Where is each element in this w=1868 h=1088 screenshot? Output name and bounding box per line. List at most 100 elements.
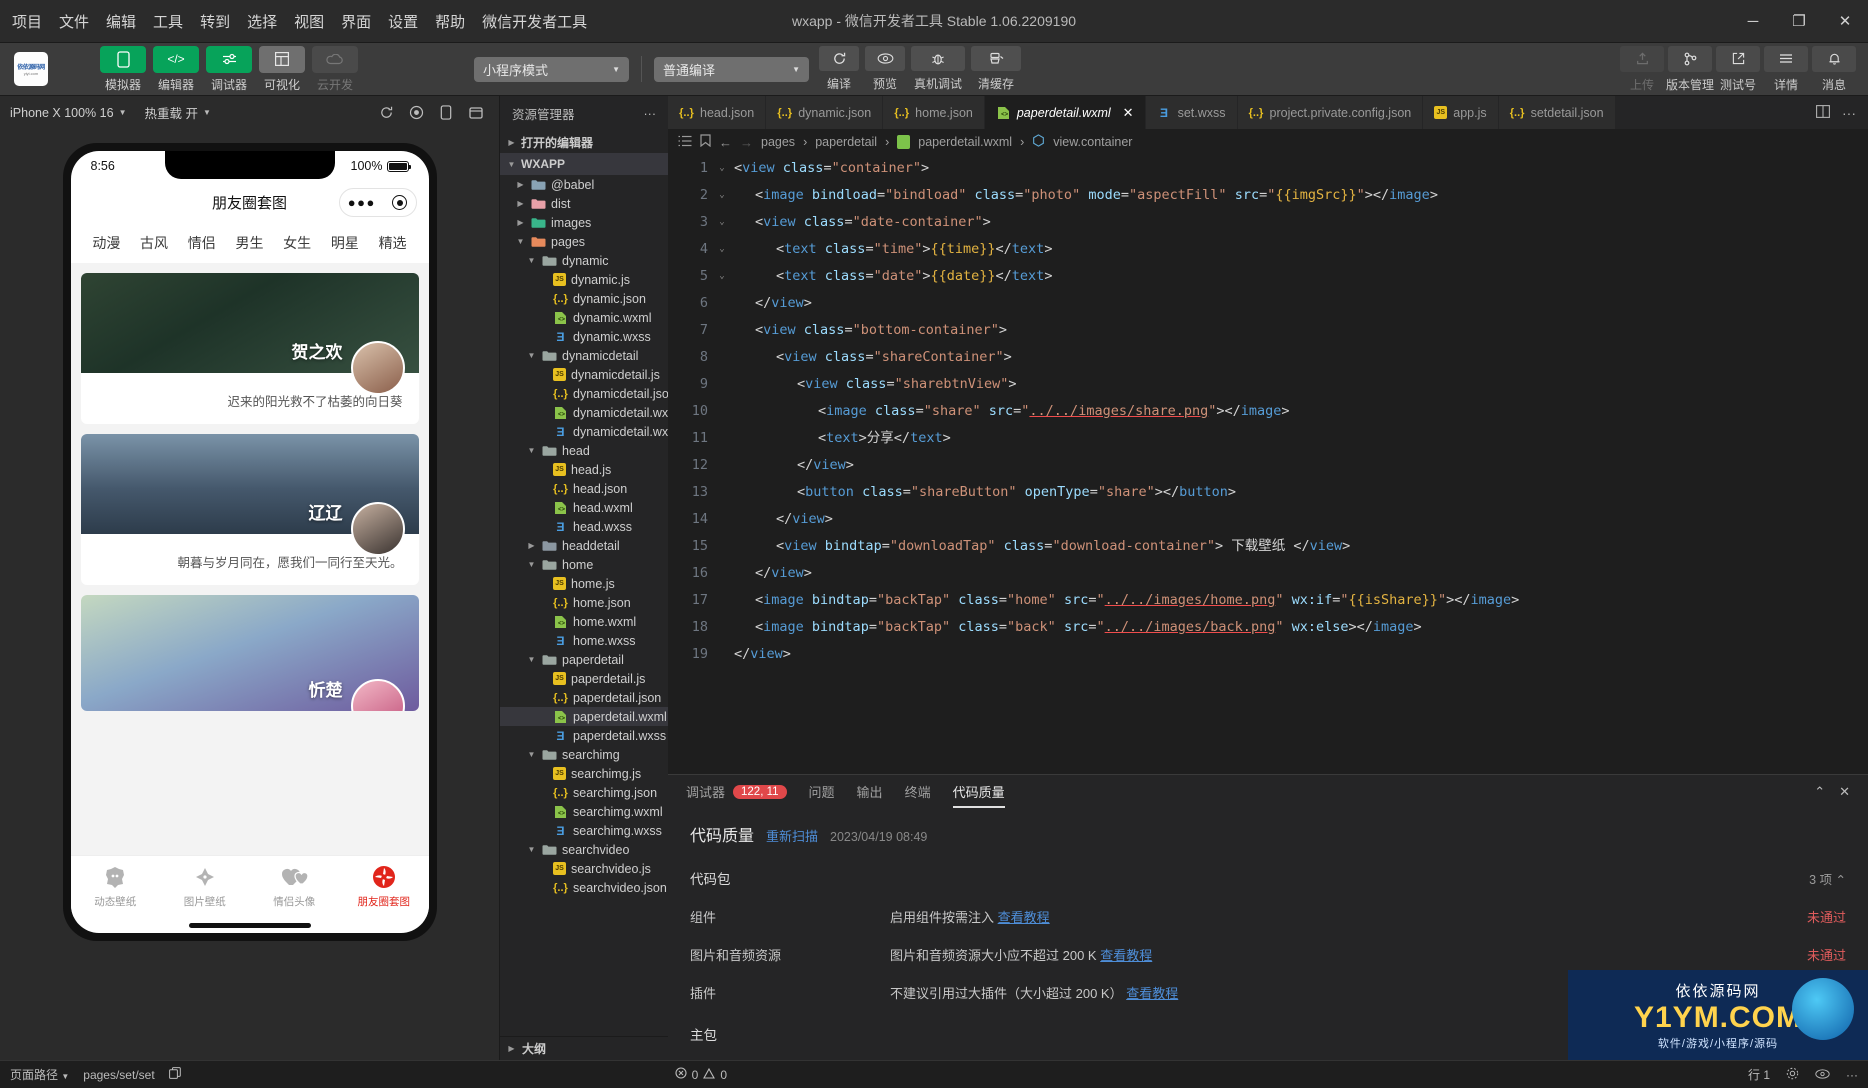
tree-file[interactable]: <> dynamicdetail.wxml	[500, 403, 668, 422]
tree-file[interactable]: Ǝpaperdetail.wxss	[500, 726, 668, 745]
code-line[interactable]: </view>	[734, 506, 1868, 533]
editor-tab-set-wxss[interactable]: Ǝset.wxss	[1145, 96, 1238, 129]
code-line[interactable]: <text>分享</text>	[734, 425, 1868, 452]
close-icon[interactable]: ✕	[1839, 784, 1850, 800]
code-line[interactable]: <image bindtap="backTap" class="back" sr…	[734, 614, 1868, 641]
compile-select[interactable]: 普通编译 ▼	[654, 56, 809, 82]
code-line[interactable]: <image bindtap="backTap" class="home" sr…	[734, 587, 1868, 614]
version-control-button[interactable]: 版本管理	[1666, 45, 1714, 93]
outline-icon[interactable]	[678, 135, 692, 150]
category-tab-2[interactable]: 情侣	[188, 233, 216, 253]
code-line[interactable]: </view>	[734, 452, 1868, 479]
real-device-debug-button[interactable]: 真机调试	[911, 46, 965, 92]
menu-item-settings[interactable]: 设置	[388, 11, 418, 32]
tree-file[interactable]: JS paperdetail.js	[500, 669, 668, 688]
fold-toggle-icon[interactable]: ⌄	[714, 263, 730, 290]
panel-tab-代码质量[interactable]: 代码质量	[953, 775, 1005, 808]
code-area[interactable]: 1 2 3 4 5 6 7 8 9 10 11 12 13 14 15 16 17 18 19 ⌄ ⌄ ⌄ ⌄ ⌄ <vie…	[668, 155, 1868, 774]
editor-tab-setdetail-json[interactable]: {..} setdetail.json	[1498, 96, 1616, 129]
menu-item-tools[interactable]: 工具	[153, 11, 183, 32]
code-line[interactable]: <view class="date-container">	[734, 209, 1868, 236]
problems-indicator[interactable]: 0 0	[675, 1067, 727, 1082]
tree-folder[interactable]: ▼ head	[500, 441, 668, 460]
tree-file[interactable]: Ǝhome.wxss	[500, 631, 668, 650]
sim-fullscreen-icon[interactable]	[463, 102, 489, 124]
tree-folder[interactable]: ▼ searchvideo	[500, 840, 668, 859]
editor-tab-bar[interactable]: {..} head.json {..} dynamic.json {..} home.js…	[668, 96, 1868, 129]
menu-item-project[interactable]: 项目	[12, 11, 42, 32]
code-line[interactable]: <view class="shareContainer">	[734, 344, 1868, 371]
tree-folder[interactable]: ▶ images	[500, 213, 668, 232]
upload-button[interactable]: 上传	[1620, 45, 1664, 93]
code-line[interactable]: <button class="shareButton" openType="sh…	[734, 479, 1868, 506]
editor-tab-home-json[interactable]: {..} home.json	[883, 96, 985, 129]
feed-list[interactable]: 贺之欢 迟来的阳光救不了枯萎的向日葵 辽辽 朝暮与岁月同在，愿我们一同行至天光。	[70, 263, 429, 855]
category-tab-5[interactable]: 明星	[331, 233, 359, 253]
bookmark-icon[interactable]	[700, 134, 711, 150]
fold-toggle-icon[interactable]: ⌄	[714, 236, 730, 263]
tutorial-link[interactable]: 查看教程	[998, 910, 1050, 925]
tab-image-wallpaper[interactable]: 图片壁纸	[160, 864, 250, 909]
page-path-label[interactable]: 页面路径 ▼	[10, 1066, 69, 1083]
cloud-toggle-button[interactable]: 云开发	[312, 45, 358, 93]
editor-tab-paperdetail-wxml[interactable]: <> paperdetail.wxml ✕	[984, 96, 1146, 129]
tree-folder[interactable]: ▶ @babel	[500, 175, 668, 194]
details-button[interactable]: 详情	[1764, 45, 1808, 93]
panel-tab-输出[interactable]: 输出	[857, 775, 883, 808]
clear-cache-button[interactable]: 清缓存	[971, 46, 1021, 92]
copy-icon[interactable]	[168, 1067, 181, 1082]
tree-file[interactable]: Ǝhead.wxss	[500, 517, 668, 536]
editor-tab-project-private-config-json[interactable]: {..} project.private.config.json	[1237, 96, 1424, 129]
code-content[interactable]: <view class="container"> <image bindload=…	[730, 155, 1868, 774]
category-tab-0[interactable]: 动漫	[92, 233, 120, 253]
maximize-button[interactable]: ❐	[1776, 0, 1822, 43]
project-section[interactable]: ▼ WXAPP	[500, 153, 668, 175]
chevron-up-icon[interactable]: ⌃	[1836, 873, 1846, 887]
more-icon[interactable]: ···	[644, 107, 657, 121]
line-indicator[interactable]: 行 1	[1748, 1066, 1770, 1083]
menu-item-file[interactable]: 文件	[59, 11, 89, 32]
editor-tab-dynamic-json[interactable]: {..} dynamic.json	[766, 96, 884, 129]
fold-toggle-icon[interactable]: ⌄	[714, 209, 730, 236]
tree-file[interactable]: {..} home.json	[500, 593, 668, 612]
messages-button[interactable]: 消息	[1812, 45, 1856, 93]
panel-tab-bar[interactable]: 调试器 122, 11 问题 输出 终端 代码质量 ⌃ ✕	[668, 775, 1868, 808]
category-tab-4[interactable]: 女生	[283, 233, 311, 253]
section-header-codepackage[interactable]: 代码包 3 项 ⌃	[690, 868, 1846, 888]
sim-refresh-icon[interactable]	[373, 102, 399, 124]
menu-item-ui[interactable]: 界面	[341, 11, 371, 32]
code-line[interactable]: <text class="time">{{time}}</text>	[734, 236, 1868, 263]
chevron-up-icon[interactable]: ⌃	[1814, 784, 1825, 800]
list-item[interactable]: 忻楚	[80, 595, 419, 711]
tree-file[interactable]: Ǝdynamic.wxss	[500, 327, 668, 346]
tree-file[interactable]: {..} paperdetail.json	[500, 688, 668, 707]
tree-folder[interactable]: ▼ dynamic	[500, 251, 668, 270]
fold-gutter[interactable]: ⌄ ⌄ ⌄ ⌄ ⌄	[714, 155, 730, 774]
menu-item-select[interactable]: 选择	[247, 11, 277, 32]
close-icon[interactable]: ✕	[1123, 105, 1134, 121]
tree-folder[interactable]: ▼ searchimg	[500, 745, 668, 764]
preview-button[interactable]: 预览	[865, 46, 905, 92]
code-line[interactable]: <image class="share" src="../../images/s…	[734, 398, 1868, 425]
tree-folder[interactable]: ▼ dynamicdetail	[500, 346, 668, 365]
editor-tab-head-json[interactable]: {..} head.json	[668, 96, 767, 129]
file-tree[interactable]: ▶ @babel ▶ dist ▶ images ▼ pages ▼ dynamic JS dynam…	[500, 175, 668, 1036]
tree-file[interactable]: JS home.js	[500, 574, 668, 593]
rescan-link[interactable]: 重新扫描	[766, 826, 818, 845]
tree-file[interactable]: JS searchimg.js	[500, 764, 668, 783]
split-editor-icon[interactable]	[1816, 104, 1830, 121]
editor-tab-app-js[interactable]: JS app.js	[1423, 96, 1499, 129]
minimize-button[interactable]: ─	[1730, 0, 1776, 43]
tab-moments-set[interactable]: 朋友圈套图	[339, 864, 429, 909]
tree-folder[interactable]: ▶ headdetail	[500, 536, 668, 555]
tree-file[interactable]: Ǝdynamicdetail.wxss	[500, 422, 668, 441]
code-line[interactable]: </view>	[734, 290, 1868, 317]
back-arrow-icon[interactable]: ←	[719, 135, 732, 150]
settings-icon[interactable]	[1786, 1067, 1799, 1083]
wechat-capsule[interactable]: ●●●	[338, 188, 417, 217]
tree-file[interactable]: <> head.wxml	[500, 498, 668, 517]
tree-file[interactable]: <> searchimg.wxml	[500, 802, 668, 821]
code-line[interactable]: <view class="container">	[734, 155, 1868, 182]
outline-section[interactable]: ▶ 大纲	[500, 1036, 668, 1060]
more-icon[interactable]: ···	[1842, 105, 1856, 121]
